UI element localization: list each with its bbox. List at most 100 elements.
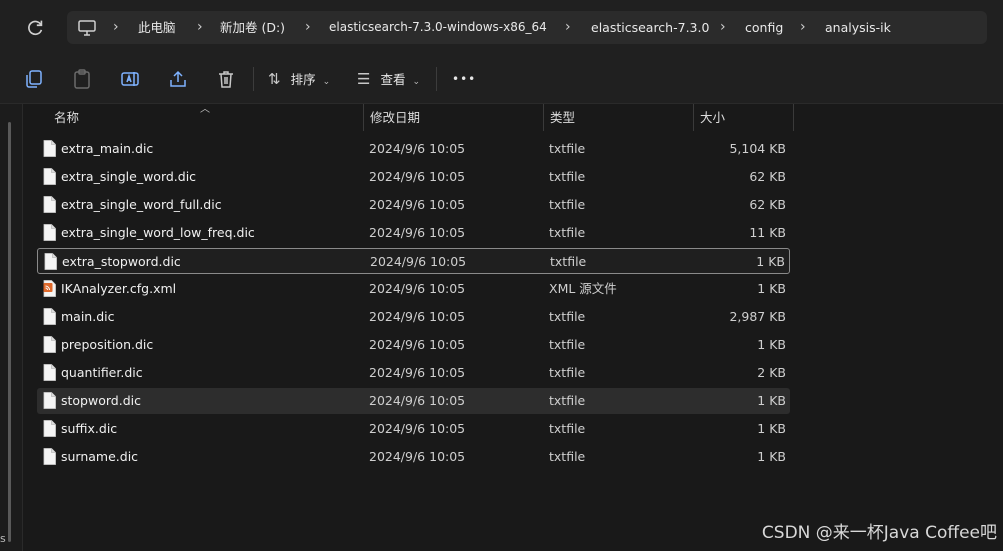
watermark: CSDN @来一杯Java Coffee吧 — [761, 523, 997, 543]
toolbar-divider — [436, 67, 437, 91]
column-header-size[interactable]: 大小 — [700, 104, 725, 131]
document-icon — [44, 253, 57, 270]
file-name[interactable]: extra_single_word_low_freq.dic — [61, 220, 255, 246]
address-bar[interactable]: › 此电脑 › 新加卷 (D:) › elasticsearch-7.3.0-w… — [67, 11, 987, 44]
file-size: 62 KB — [749, 197, 786, 212]
file-name[interactable]: extra_stopword.dic — [62, 249, 181, 275]
view-label: 查看 — [380, 72, 406, 87]
file-date: 2024/9/6 10:05 — [369, 225, 466, 240]
document-icon — [43, 224, 56, 241]
file-row[interactable]: IKAnalyzer.cfg.xml 2024/9/6 10:05 XML 源文件 1… — [37, 276, 790, 302]
file-name[interactable]: main.dic — [61, 304, 115, 330]
column-header-name[interactable]: 名称 — [54, 104, 79, 131]
file-type: txtfile — [549, 393, 586, 408]
file-date: 2024/9/6 10:05 — [369, 169, 466, 184]
view-list-icon: ☰ — [357, 70, 371, 88]
document-icon — [43, 448, 56, 465]
file-size: 1 KB — [756, 254, 785, 269]
file-row[interactable]: extra_stopword.dic 2024/9/6 10:05 txtfile 1… — [37, 248, 790, 274]
file-type: txtfile — [549, 309, 586, 324]
file-size: 2 KB — [757, 365, 786, 380]
file-row[interactable]: extra_single_word_low_freq.dic 2024/9/6 1… — [37, 220, 790, 246]
navigation-pane[interactable] — [0, 104, 23, 551]
command-bar: ⇅ 排序 ⌄ ☰ 查看 ⌄ ••• — [0, 55, 1003, 104]
document-icon — [43, 168, 56, 185]
file-date: 2024/9/6 10:05 — [369, 141, 466, 156]
document-icon — [43, 140, 56, 157]
xml-file-icon — [43, 280, 56, 297]
sort-label: 排序 — [290, 72, 316, 87]
file-row[interactable]: stopword.dic 2024/9/6 10:05 txtfile 1 KB — [37, 388, 790, 414]
breadcrumb-es[interactable]: elasticsearch-7.3.0 — [591, 11, 709, 44]
file-date: 2024/9/6 10:05 — [369, 197, 466, 212]
file-row[interactable]: extra_single_word_full.dic 2024/9/6 10:05… — [37, 192, 790, 218]
file-date: 2024/9/6 10:05 — [369, 365, 466, 380]
file-row[interactable]: main.dic 2024/9/6 10:05 txtfile 2,987 KB — [37, 304, 790, 330]
file-date: 2024/9/6 10:05 — [369, 421, 466, 436]
file-date: 2024/9/6 10:05 — [370, 254, 467, 269]
file-row[interactable]: extra_main.dic 2024/9/6 10:05 txtfile 5,104… — [37, 136, 790, 162]
share-icon[interactable] — [167, 68, 189, 90]
column-divider[interactable] — [793, 104, 794, 131]
refresh-icon[interactable] — [24, 17, 46, 39]
column-header-type[interactable]: 类型 — [550, 104, 575, 131]
file-row[interactable]: preposition.dic 2024/9/6 10:05 txtfile 1 KB — [37, 332, 790, 358]
chevron-right-icon[interactable]: › — [305, 11, 311, 44]
chevron-right-icon[interactable]: › — [197, 11, 203, 44]
file-type: XML 源文件 — [549, 281, 617, 296]
chevron-right-icon[interactable]: › — [113, 11, 119, 44]
column-divider[interactable] — [543, 104, 544, 131]
file-type: txtfile — [549, 365, 586, 380]
file-row[interactable]: surname.dic 2024/9/6 10:05 txtfile 1 KB — [37, 444, 790, 470]
breadcrumb-this-pc[interactable]: 此电脑 — [138, 11, 176, 44]
file-size: 62 KB — [749, 169, 786, 184]
breadcrumb-config[interactable]: config — [745, 11, 783, 44]
delete-icon[interactable] — [215, 68, 237, 90]
chevron-right-icon[interactable]: › — [565, 11, 571, 44]
breadcrumb-es-windows[interactable]: elasticsearch-7.3.0-windows-x86_64 — [329, 11, 547, 44]
file-row[interactable]: suffix.dic 2024/9/6 10:05 txtfile 1 KB — [37, 416, 790, 442]
file-type: txtfile — [549, 197, 586, 212]
file-name[interactable]: extra_single_word.dic — [61, 164, 196, 190]
file-name[interactable]: surname.dic — [61, 444, 138, 470]
document-icon — [43, 420, 56, 437]
sort-icon: ⇅ — [268, 70, 281, 88]
more-options-button[interactable]: ••• — [452, 65, 476, 93]
navigation-pane-text: s — [0, 532, 6, 545]
file-size: 1 KB — [757, 449, 786, 464]
column-header-date[interactable]: 修改日期 — [370, 104, 420, 131]
file-name[interactable]: IKAnalyzer.cfg.xml — [61, 276, 176, 302]
column-divider[interactable] — [693, 104, 694, 131]
document-icon — [43, 364, 56, 381]
file-date: 2024/9/6 10:05 — [369, 337, 466, 352]
navigation-scrollbar[interactable] — [8, 122, 11, 542]
file-name[interactable]: stopword.dic — [61, 388, 141, 414]
file-name[interactable]: quantifier.dic — [61, 360, 143, 386]
file-row[interactable]: extra_single_word.dic 2024/9/6 10:05 txtfi… — [37, 164, 790, 190]
breadcrumb-analysis-ik[interactable]: analysis-ik — [825, 11, 891, 44]
column-divider[interactable] — [363, 104, 364, 131]
file-size: 11 KB — [749, 225, 786, 240]
toolbar-divider — [253, 67, 254, 91]
document-icon — [43, 392, 56, 409]
chevron-down-icon: ⌄ — [412, 77, 420, 87]
rename-icon[interactable] — [119, 68, 141, 90]
file-name[interactable]: suffix.dic — [61, 416, 117, 442]
file-type: txtfile — [549, 337, 586, 352]
file-type: txtfile — [549, 169, 586, 184]
sort-button[interactable]: ⇅ 排序 ⌄ — [268, 65, 330, 93]
file-name[interactable]: extra_main.dic — [61, 136, 153, 162]
file-name[interactable]: preposition.dic — [61, 332, 153, 358]
file-date: 2024/9/6 10:05 — [369, 281, 466, 296]
breadcrumb-drive-d[interactable]: 新加卷 (D:) — [220, 11, 285, 44]
this-pc-icon[interactable] — [77, 19, 97, 37]
chevron-right-icon[interactable]: › — [800, 11, 806, 44]
copy-icon[interactable] — [23, 68, 45, 90]
file-type: txtfile — [550, 254, 587, 269]
view-button[interactable]: ☰ 查看 ⌄ — [357, 65, 420, 93]
file-row[interactable]: quantifier.dic 2024/9/6 10:05 txtfile 2 KB — [37, 360, 790, 386]
chevron-right-icon[interactable]: › — [720, 11, 726, 44]
file-name[interactable]: extra_single_word_full.dic — [61, 192, 222, 218]
address-bar-row: › 此电脑 › 新加卷 (D:) › elasticsearch-7.3.0-w… — [0, 0, 1003, 55]
paste-icon[interactable] — [71, 68, 93, 90]
